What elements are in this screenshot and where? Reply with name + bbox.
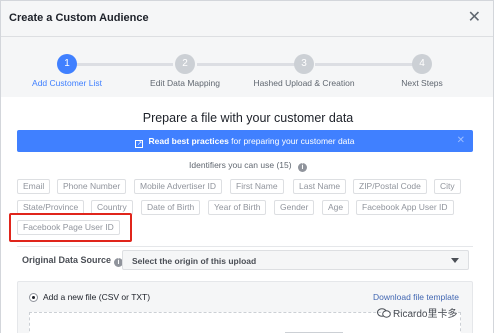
step-label: Add Customer List (32, 78, 102, 88)
close-icon[interactable]: ✕ (468, 9, 481, 27)
origin-label: Original Data Source i (22, 255, 124, 267)
highlight-box (9, 213, 132, 242)
step-number: 2 (175, 54, 195, 74)
dialog-title: Create a Custom Audience (9, 12, 149, 24)
identifier-tag-first-name: First Name (230, 179, 284, 194)
download-template-link[interactable]: Download file template (373, 292, 459, 302)
banner-close-icon[interactable]: ✕ (457, 130, 465, 152)
step-next-steps[interactable]: 4 Next Steps (362, 54, 482, 88)
best-practices-link[interactable]: Read best practices (148, 136, 228, 146)
step-progress: 1 Add Customer List 2 Edit Data Mapping … (1, 37, 493, 97)
identifier-tag-email: Email (17, 179, 51, 194)
external-link-icon: ↗ (135, 140, 144, 148)
step-number: 4 (412, 54, 432, 74)
step-label: Next Steps (401, 78, 443, 88)
watermark: Ricardo里卡多 (377, 305, 457, 320)
identifier-tag-zip: ZIP/Postal Code (353, 179, 427, 194)
identifiers-heading: Identifiers you can use (15) i (1, 160, 494, 172)
origin-select[interactable]: Select the origin of this upload (122, 250, 469, 270)
step-number: 3 (294, 54, 314, 74)
identifier-tag-age: Age (322, 200, 350, 215)
identifier-tag-city: City (434, 179, 461, 194)
identifiers-count: (15) (276, 160, 292, 170)
identifier-tag-app-user-id: Facebook App User ID (356, 200, 454, 215)
info-icon[interactable]: i (297, 163, 307, 172)
step-number: 1 (57, 54, 77, 74)
dialog-header: Create a Custom Audience ✕ (1, 1, 493, 37)
identifier-tag-dob: Date of Birth (141, 200, 201, 215)
chevron-down-icon (451, 258, 459, 263)
step-add-customer-list[interactable]: 1 Add Customer List (7, 54, 127, 88)
identifier-tag-gender: Gender (274, 200, 315, 215)
custom-audience-dialog: Create a Custom Audience ✕ 1 Add Custome… (0, 0, 494, 333)
identifier-tag-last-name: Last Name (293, 179, 347, 194)
watermark-text: Ricardo里卡多 (393, 309, 458, 320)
step-edit-data-mapping[interactable]: 2 Edit Data Mapping (125, 54, 245, 88)
origin-select-value: Select the origin of this upload (132, 256, 257, 266)
identifier-tag-yob: Year of Birth (208, 200, 267, 215)
section-divider (17, 246, 473, 247)
identifier-tag-maid: Mobile Advertiser ID (134, 179, 223, 194)
step-label: Edit Data Mapping (150, 78, 220, 88)
add-new-file-label[interactable]: Add a new file (CSV or TXT) (43, 292, 150, 302)
wechat-icon (377, 308, 391, 318)
identifier-tag-phone: Phone Number (57, 179, 127, 194)
step-label: Hashed Upload & Creation (253, 78, 355, 88)
best-practices-banner[interactable]: ↗ Read best practices for preparing your … (17, 130, 473, 152)
best-practices-text: for preparing your customer data (228, 136, 355, 146)
origin-label-text: Original Data Source (22, 255, 112, 265)
prepare-heading: Prepare a file with your customer data (142, 111, 354, 125)
identifiers-label: Identifiers you can use (189, 160, 275, 170)
add-new-file-radio[interactable] (29, 293, 38, 302)
step-hashed-upload[interactable]: 3 Hashed Upload & Creation (244, 54, 364, 88)
